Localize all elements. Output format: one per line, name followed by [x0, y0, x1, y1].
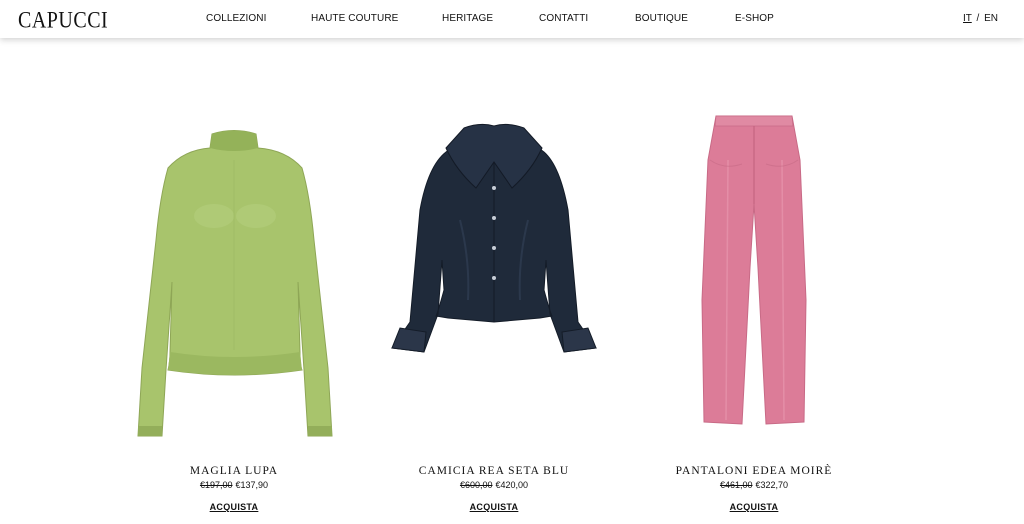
product-image-camicia-rea[interactable] — [364, 100, 624, 460]
product-price: €461,00 €322,70 — [624, 480, 884, 490]
site-header: CAPUCCI COLLEZIONI HAUTE COUTURE HERITAG… — [0, 0, 1024, 38]
nav-heritage[interactable]: HERITAGE — [442, 13, 493, 24]
language-switcher: IT / EN — [963, 13, 998, 24]
product-price: €600,00 €420,00 — [364, 480, 624, 490]
sale-price: €137,90 — [235, 480, 269, 490]
lang-it[interactable]: IT — [963, 13, 972, 24]
old-price: €600,00 — [459, 480, 493, 490]
product-name[interactable]: CAMICIA REA SETA BLU — [364, 465, 624, 477]
product-image-maglia-lupa[interactable] — [104, 100, 364, 460]
lang-en[interactable]: EN — [984, 13, 998, 24]
product-price: €197,00 €137,90 — [104, 480, 364, 490]
buy-button[interactable]: ACQUISTA — [364, 502, 624, 512]
product-name[interactable]: MAGLIA LUPA — [104, 465, 364, 477]
product-grid: MAGLIA LUPA €197,00 €137,90 ACQUISTA CAMI… — [0, 38, 1024, 524]
nav-boutique[interactable]: BOUTIQUE — [635, 13, 688, 24]
buy-button[interactable]: ACQUISTA — [624, 502, 884, 512]
sale-price: €420,00 — [495, 480, 529, 490]
nav-contatti[interactable]: CONTATTI — [539, 13, 588, 24]
product-image-pantaloni-edea[interactable] — [624, 100, 884, 460]
product-card[interactable]: CAMICIA REA SETA BLU €600,00 €420,00 ACQU… — [364, 38, 624, 524]
old-price: €197,00 — [199, 480, 233, 490]
main-nav: COLLEZIONI HAUTE COUTURE HERITAGE CONTAT… — [0, 13, 1024, 27]
product-card[interactable]: MAGLIA LUPA €197,00 €137,90 ACQUISTA — [104, 38, 364, 524]
buy-button[interactable]: ACQUISTA — [104, 502, 364, 512]
nav-haute-couture[interactable]: HAUTE COUTURE — [311, 13, 398, 24]
lang-separator: / — [976, 13, 980, 24]
product-card[interactable]: PANTALONI EDEA MOIRÈ €461,00 €322,70 ACQU… — [624, 38, 884, 524]
product-name[interactable]: PANTALONI EDEA MOIRÈ — [624, 465, 884, 477]
sale-price: €322,70 — [755, 480, 789, 490]
nav-e-shop[interactable]: E-SHOP — [735, 13, 774, 24]
old-price: €461,00 — [719, 480, 753, 490]
nav-collezioni[interactable]: COLLEZIONI — [206, 13, 266, 24]
